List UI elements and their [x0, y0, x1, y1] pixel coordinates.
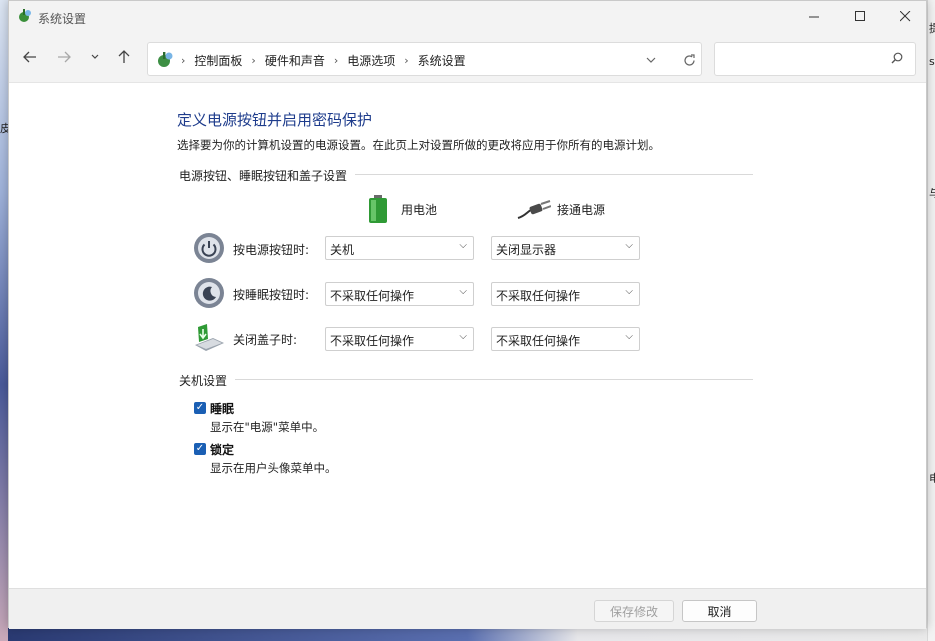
breadcrumb-separator[interactable]: ›: [404, 54, 408, 67]
maximize-icon: [854, 10, 865, 21]
sleep-button-label: 按睡眠按钮时:: [233, 288, 310, 302]
search-icon: [891, 52, 903, 64]
lid-close-plugged-select[interactable]: 不采取任何操作 ⌵: [491, 327, 640, 351]
maximize-button[interactable]: [837, 1, 883, 31]
shutdown-section-title: 关机设置: [179, 372, 236, 389]
recent-locations-button[interactable]: [83, 45, 107, 69]
select-value: 不采取任何操作: [496, 289, 581, 303]
back-arrow-icon: [23, 51, 36, 63]
window-title: 系统设置: [38, 12, 87, 26]
breadcrumb-item[interactable]: 系统设置: [418, 52, 466, 69]
battery-icon: [369, 195, 387, 223]
address-bar[interactable]: › 控制面板 › 硬件和声音 › 电源选项 › 系统设置: [147, 42, 702, 76]
power-button-plugged-select[interactable]: 关闭显示器 ⌵: [491, 236, 640, 260]
save-changes-button[interactable]: 保存修改: [594, 600, 674, 622]
breadcrumb-item[interactable]: 电源选项: [347, 52, 395, 69]
page-title: 定义电源按钮并启用密码保护: [177, 111, 373, 129]
sleep-option-description: 显示在"电源"菜单中。: [210, 420, 325, 434]
select-value: 关闭显示器: [496, 243, 557, 257]
background-text: 电: [929, 472, 935, 485]
lock-checkbox[interactable]: ✓: [194, 443, 206, 455]
select-value: 不采取任何操作: [496, 334, 581, 348]
section-divider: [179, 379, 753, 380]
lid-close-battery-select[interactable]: 不采取任何操作 ⌵: [325, 327, 474, 351]
chevron-down-icon: ⌵: [625, 286, 633, 297]
back-button[interactable]: [18, 45, 42, 69]
title-bar: 系统设置: [9, 1, 926, 33]
sleep-option-label[interactable]: 睡眠: [210, 400, 234, 417]
power-button-battery-select[interactable]: 关机 ⌵: [325, 236, 474, 260]
select-value: 不采取任何操作: [330, 289, 415, 303]
minimize-icon: [808, 16, 819, 17]
taskbar-strip: [8, 628, 927, 641]
power-button-icon: [194, 233, 224, 263]
cancel-button[interactable]: 取消: [682, 600, 757, 622]
refresh-button[interactable]: [680, 51, 698, 69]
breadcrumb-separator[interactable]: ›: [334, 54, 338, 67]
breadcrumb-separator: ›: [181, 54, 186, 67]
system-settings-window: 系统设置 › 控制面板 › 硬件和声音 › 电源选项 › 系统设置 定义电源按钮…: [8, 0, 927, 629]
plugged-column-label: 接通电源: [557, 202, 606, 217]
lid-close-label: 关闭盖子时:: [233, 333, 298, 347]
search-input[interactable]: [714, 42, 916, 76]
chevron-down-icon: [646, 57, 656, 63]
up-arrow-icon: [118, 50, 130, 63]
sleep-button-plugged-select[interactable]: 不采取任何操作 ⌵: [491, 282, 640, 306]
power-options-icon: [19, 9, 31, 22]
chevron-down-icon: ⌵: [459, 331, 467, 342]
background-text: 提: [929, 22, 935, 35]
battery-column-header: 用电池: [367, 194, 437, 224]
navigation-toolbar: › 控制面板 › 硬件和声音 › 电源选项 › 系统设置: [9, 33, 926, 83]
background-text: sc: [929, 55, 935, 68]
laptop-lid-icon: [195, 324, 224, 351]
chevron-down-icon: ⌵: [625, 240, 633, 251]
background-text: 与: [929, 187, 935, 200]
lock-option-label[interactable]: 锁定: [210, 441, 234, 458]
background-window-right: 提 sc 与 电: [927, 0, 935, 641]
refresh-icon: [683, 53, 695, 66]
battery-column-label: 用电池: [401, 202, 438, 217]
lock-option-description: 显示在用户头像菜单中。: [210, 461, 337, 475]
breadcrumb: › 控制面板 › 硬件和声音 › 电源选项 › 系统设置: [181, 52, 466, 69]
sleep-checkbox[interactable]: ✓: [194, 402, 206, 414]
address-history-button[interactable]: [642, 51, 660, 69]
sleep-button-icon: [194, 278, 224, 308]
forward-arrow-icon: [58, 51, 71, 63]
close-button[interactable]: [882, 1, 928, 31]
power-plug-icon: [517, 200, 551, 219]
breadcrumb-item[interactable]: 硬件和声音: [265, 52, 325, 69]
select-value: 关机: [330, 243, 355, 257]
plugged-column-header: 接通电源: [517, 198, 605, 220]
chevron-down-icon: [91, 54, 99, 59]
breadcrumb-item[interactable]: 控制面板: [194, 52, 242, 69]
forward-button[interactable]: [52, 45, 76, 69]
minimize-button[interactable]: [791, 1, 837, 31]
up-button[interactable]: [112, 45, 136, 69]
background-window-left: 皮: [0, 0, 11, 641]
chevron-down-icon: ⌵: [459, 286, 467, 297]
chevron-down-icon: ⌵: [459, 240, 467, 251]
page-description: 选择要为你的计算机设置的电源设置。在此页上对设置所做的更改将应用于你所有的电源计…: [177, 138, 660, 152]
sleep-button-battery-select[interactable]: 不采取任何操作 ⌵: [325, 282, 474, 306]
power-button-label: 按电源按钮时:: [233, 243, 310, 257]
select-value: 不采取任何操作: [330, 334, 415, 348]
dialog-footer: 保存修改 取消: [9, 588, 926, 629]
close-icon: [899, 10, 910, 21]
power-section-title: 电源按钮、睡眠按钮和盖子设置: [179, 167, 356, 184]
control-panel-icon: [158, 52, 173, 67]
breadcrumb-separator[interactable]: ›: [251, 54, 255, 67]
chevron-down-icon: ⌵: [625, 331, 633, 342]
